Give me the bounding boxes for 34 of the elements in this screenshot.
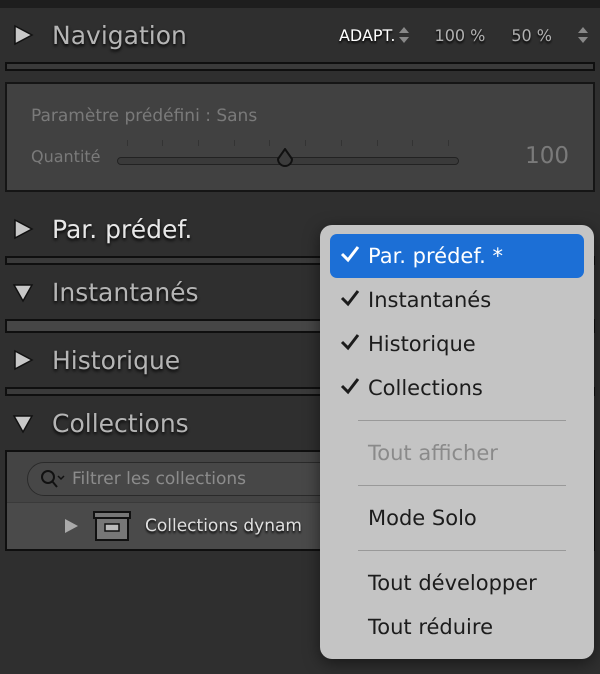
menu-item-label: Tout réduire <box>368 615 493 639</box>
panel-title[interactable]: Collections <box>52 408 189 438</box>
up-down-arrows-icon[interactable] <box>398 26 409 44</box>
up-down-arrows-icon[interactable] <box>578 26 588 44</box>
slider-value: 100 <box>525 143 569 169</box>
menu-item-label: Tout afficher <box>368 441 498 465</box>
menu-item[interactable]: Instantanés <box>330 278 584 322</box>
menu-item[interactable]: Historique <box>330 322 584 366</box>
menu-item-label: Par. prédef. * <box>368 244 504 268</box>
right-triangle-icon[interactable] <box>12 349 34 371</box>
panel-title[interactable]: Historique <box>52 346 180 374</box>
menu-item[interactable]: Tout réduire <box>330 605 584 649</box>
search-icon <box>40 469 66 489</box>
right-triangle-icon[interactable] <box>12 24 34 46</box>
menu-item-label: Mode Solo <box>368 506 477 530</box>
menu-item[interactable]: Tout développer <box>330 561 584 605</box>
slider-label: Quantité <box>31 146 101 166</box>
menu-item[interactable]: Collections <box>330 366 584 410</box>
menu-item[interactable]: Par. prédef. * <box>330 234 584 278</box>
panel-title[interactable]: Navigation <box>52 20 187 50</box>
panel-title[interactable]: Instantanés <box>52 278 199 306</box>
menu-item-label: Historique <box>368 332 476 356</box>
menu-item-label: Collections <box>368 376 483 400</box>
zoom-option[interactable]: 100 % <box>434 26 486 44</box>
menu-item[interactable]: Mode Solo <box>330 496 584 540</box>
menu-item-label: Tout développer <box>368 571 537 595</box>
right-triangle-icon[interactable] <box>12 218 34 240</box>
collection-name[interactable]: Collections dynam <box>145 516 302 536</box>
box-icon <box>93 511 131 541</box>
panel-title[interactable]: Par. prédef. <box>52 214 192 244</box>
menu-item-label: Instantanés <box>368 288 492 312</box>
zoom-option[interactable]: 50 % <box>511 26 552 44</box>
preset-label: Paramètre prédéfini : Sans <box>31 106 258 126</box>
zoom-option[interactable]: ADAPT. <box>338 26 396 44</box>
